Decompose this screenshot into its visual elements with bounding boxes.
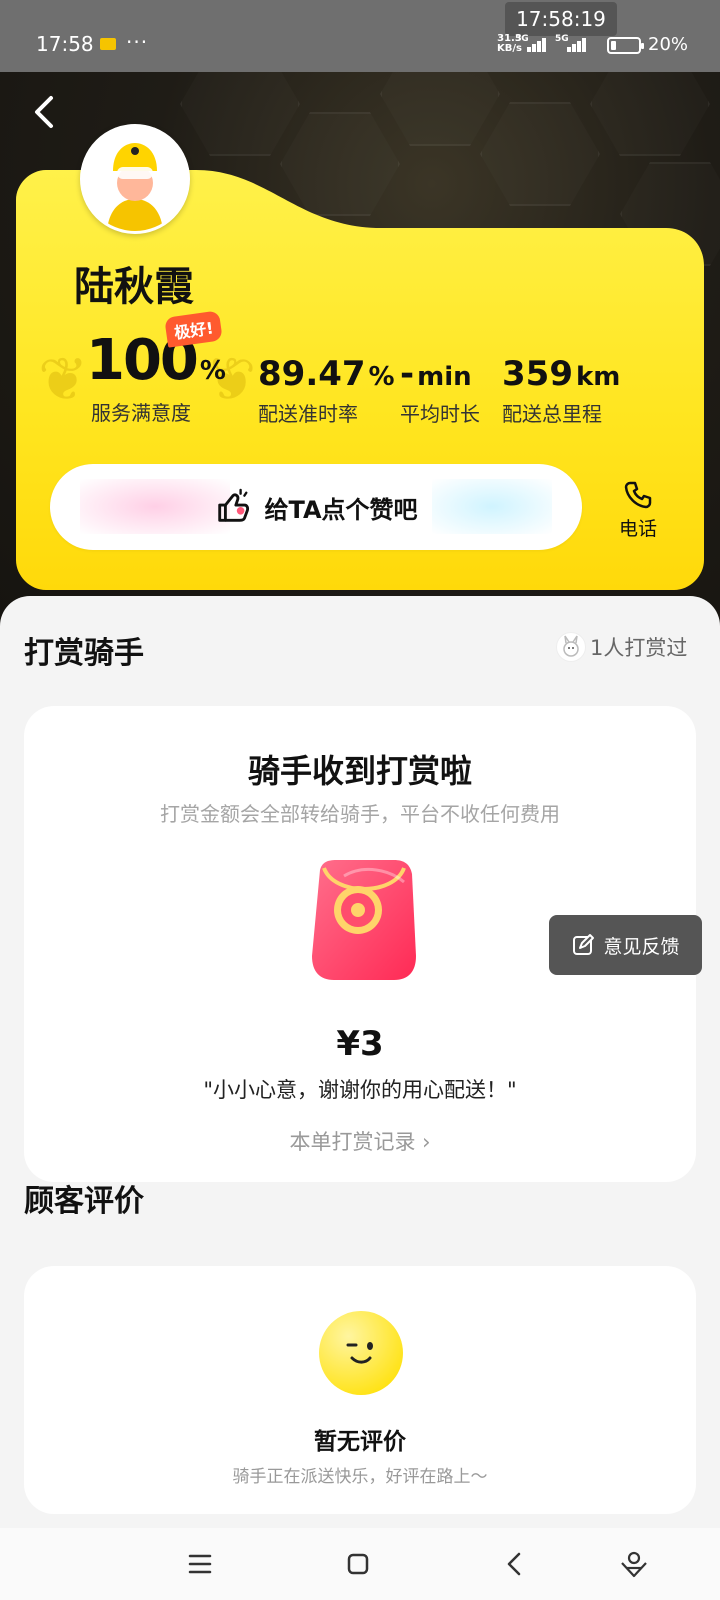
like-button-label: 给TA点个赞吧 [264,495,418,524]
stat-avg-time-label: 平均时长 [400,402,480,426]
tip-card-subtitle: 打赏金额会全部转给骑手，平台不收任何费用 [160,802,560,826]
phone-button[interactable]: 电话 [608,480,668,541]
chevron-left-icon [35,96,53,128]
clock-overlay: 17:58:19 [505,2,617,36]
home-square-icon [347,1553,369,1575]
review-empty-subtitle: 骑手正在派送快乐，好评在路上～ [232,1467,488,1487]
stat-avg-time-value: - [400,354,415,394]
battery-icon [607,37,644,54]
edit-feedback-icon [573,934,595,955]
stat-satisfaction: 100% 服务满意度 [86,328,226,426]
nav-menu-button[interactable] [178,1542,222,1586]
stat-ontime-unit: % [368,362,395,392]
tipped-count: 1人打赏过 [556,632,687,662]
status-bar: 17:58 ··· 17:58:19 31.3 KB/s 5G 5G 20% [0,0,720,72]
phone-button-label: 电话 [618,518,657,540]
signal-icon: 5G [515,34,546,52]
stat-avg-time: - min 平均时长 [400,354,480,427]
nav-home-button[interactable] [336,1542,380,1586]
red-envelope-icon [312,860,416,980]
rider-avatar [80,124,190,234]
stat-distance-label: 配送总里程 [502,402,602,426]
wink-face-icon [319,1311,403,1395]
tip-card-title: 骑手收到打赏啦 [247,752,472,790]
stat-ontime: 89.47% 配送准时率 [258,354,395,427]
tip-section-title: 打赏骑手 [24,636,144,671]
stat-satisfaction-label: 服务满意度 [91,401,191,425]
nav-back-button[interactable] [492,1542,536,1586]
back-button[interactable] [22,92,66,136]
tipped-count-text: 1人打赏过 [590,636,688,660]
stat-distance-unit: km [575,362,621,392]
like-button[interactable]: 给TA点个赞吧 [50,464,582,550]
rider-card: 陆秋霞 ❦ ❦ 100% 服务满意度 极好! 89.47% 配送准时率 - min… [16,124,704,590]
signal-icon-2: 5G [555,34,586,52]
system-nav-bar [0,1528,720,1600]
review-empty-title: 暂无评价 [314,1429,406,1455]
stat-avg-time-unit: min [417,362,472,392]
review-section-title: 顾客评价 [24,1184,144,1219]
laurel-left-icon: ❦ [38,345,89,415]
feedback-button-label: 意见反馈 [603,935,680,958]
menu-icon [188,1554,212,1574]
review-card: 暂无评价 骑手正在派送快乐，好评在路上～ [24,1266,696,1514]
nav-assistant-button[interactable] [612,1542,656,1586]
meituan-notification-icon [100,38,116,50]
assistant-icon [621,1551,647,1578]
tip-amount: ¥3 [336,1024,384,1064]
stat-ontime-label: 配送准时率 [258,402,358,426]
stat-distance: 359 km 配送总里程 [502,354,620,427]
more-notifications-icon: ··· [126,30,149,54]
tipper-avatar [556,632,586,662]
feedback-button[interactable]: 意见反馈 [549,915,702,975]
status-time: 17:58 [36,32,94,56]
stat-distance-value: 359 [502,354,573,394]
stat-ontime-value: 89.47 [258,354,366,394]
stat-satisfaction-unit: % [199,356,226,386]
tip-record-link[interactable]: 本单打赏记录 › [24,1126,696,1156]
tip-message: "小小心意，谢谢你的用心配送！" [203,1078,517,1102]
back-arrow-icon [507,1552,521,1576]
phone-icon [624,481,652,509]
rider-name: 陆秋霞 [74,264,194,310]
thumbs-up-icon [218,488,250,522]
battery-percent: 20% [648,34,689,55]
